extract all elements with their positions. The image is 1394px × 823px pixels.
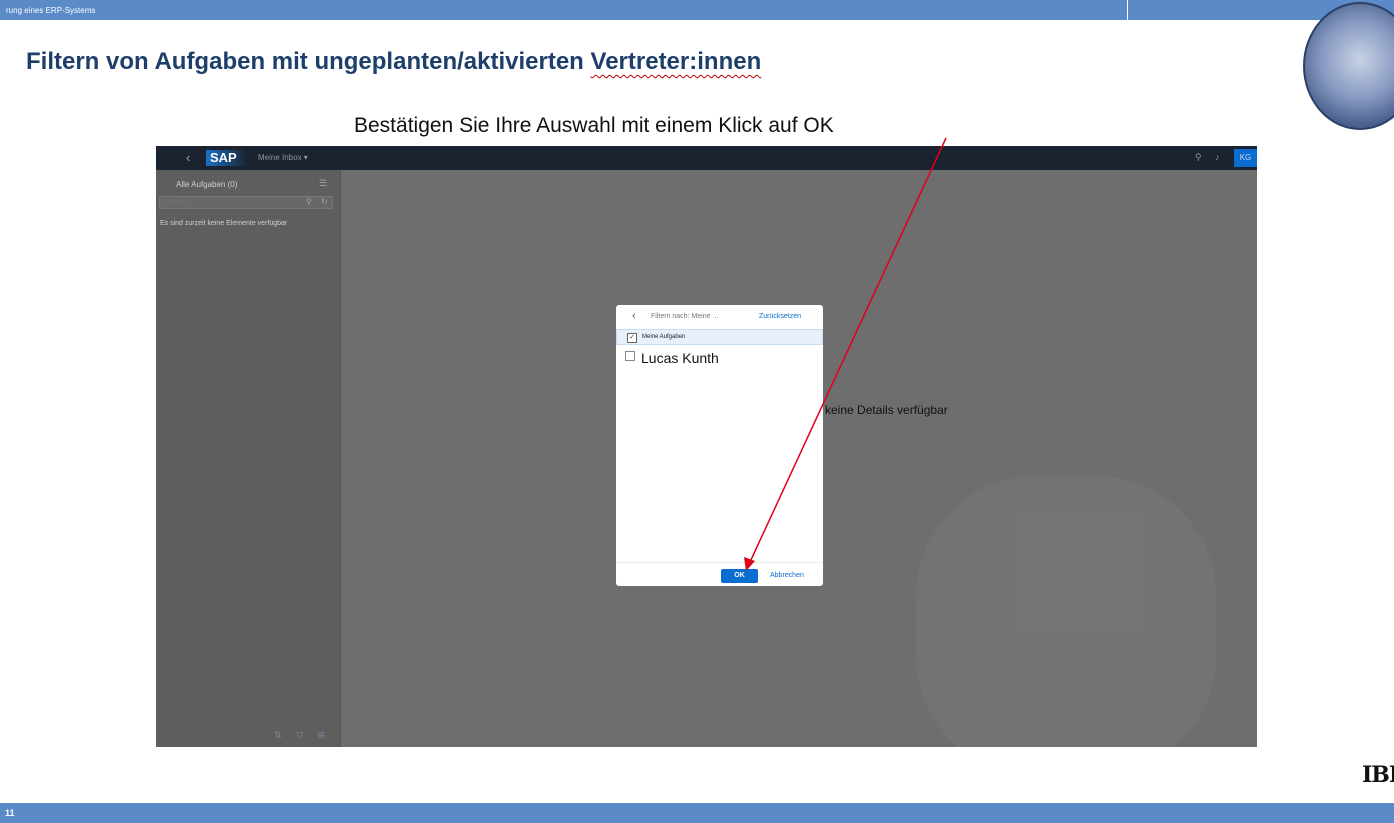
- slide-top-bar: rung eines ERP-Systems: [0, 0, 1394, 20]
- filter-option-label: Lucas Kunth: [641, 350, 719, 366]
- ibm-logo: IBI: [1362, 762, 1394, 788]
- back-chevron-icon[interactable]: ‹: [186, 150, 190, 165]
- filter-icon[interactable]: ▽: [296, 730, 303, 740]
- sort-icon[interactable]: ⇅: [274, 730, 282, 740]
- filter-dialog-footer: OK Abbrechen: [616, 562, 823, 586]
- cancel-button[interactable]: Abbrechen: [770, 572, 804, 579]
- list-settings-icon[interactable]: ☰: [319, 178, 327, 189]
- group-icon[interactable]: ⊞: [318, 730, 326, 740]
- background-watermark: [916, 476, 1216, 747]
- search-icon[interactable]: ⚲: [1195, 152, 1202, 163]
- magnifier-icon[interactable]: ⚲: [306, 197, 312, 206]
- header-divider: [1127, 0, 1128, 20]
- filter-option-my-tasks[interactable]: ✓ Meine Aufgaben: [616, 329, 823, 345]
- university-seal-logo: [1303, 2, 1394, 130]
- bell-icon[interactable]: ♪: [1215, 152, 1220, 162]
- empty-list-message: Es sind zurzeit keine Elemente verfügbar: [160, 220, 288, 227]
- no-details-message: keine Details verfügbar: [825, 403, 948, 417]
- sap-inbox-screenshot: ‹ SAP Meine Inbox ▾ ⚲ ♪ KG Alle Aufgaben…: [156, 146, 1257, 747]
- task-list-header: Alle Aufgaben (0): [176, 180, 238, 189]
- slide-title-main: Filtern von Aufgaben mit ungeplanten/akt…: [26, 48, 584, 75]
- slide-bottom-bar: 11: [0, 803, 1394, 823]
- list-footer-toolbar: ⇅ ▽ ⊞: [274, 730, 337, 741]
- sap-logo: SAP: [206, 150, 247, 166]
- task-list-panel: Alle Aufgaben (0) ☰ ⚲ ↻ Es sind zurzeit …: [156, 170, 341, 747]
- ok-button[interactable]: OK: [721, 569, 758, 583]
- inbox-menu[interactable]: Meine Inbox ▾: [258, 153, 308, 162]
- filter-option-label: Meine Aufgaben: [642, 334, 686, 340]
- search-input[interactable]: [160, 197, 283, 208]
- header-text: rung eines ERP-Systems: [6, 6, 96, 15]
- slide-title-underlined: Vertreter:innen: [590, 48, 762, 75]
- checkbox-unchecked-icon[interactable]: [625, 351, 635, 361]
- sap-shell-bar: ‹ SAP Meine Inbox ▾ ⚲ ♪ KG: [156, 146, 1257, 170]
- refresh-icon[interactable]: ↻: [321, 197, 328, 206]
- filter-dialog-header: ‹ Filtern nach: Meine ... Zurücksetzen: [616, 305, 823, 330]
- search-field[interactable]: ⚲ ↻: [159, 196, 333, 209]
- reset-button[interactable]: Zurücksetzen: [759, 313, 801, 320]
- checkbox-checked-icon[interactable]: ✓: [627, 333, 637, 343]
- instruction-text: Bestätigen Sie Ihre Auswahl mit einem Kl…: [354, 114, 834, 137]
- avatar[interactable]: KG: [1234, 149, 1257, 167]
- slide-title: Filtern von Aufgaben mit ungeplanten/akt…: [26, 48, 761, 76]
- filter-dialog-title: Filtern nach: Meine ...: [651, 313, 719, 320]
- page-number: 11: [5, 808, 15, 818]
- filter-dialog: ‹ Filtern nach: Meine ... Zurücksetzen ✓…: [616, 305, 823, 586]
- dialog-back-chevron-icon[interactable]: ‹: [632, 310, 636, 322]
